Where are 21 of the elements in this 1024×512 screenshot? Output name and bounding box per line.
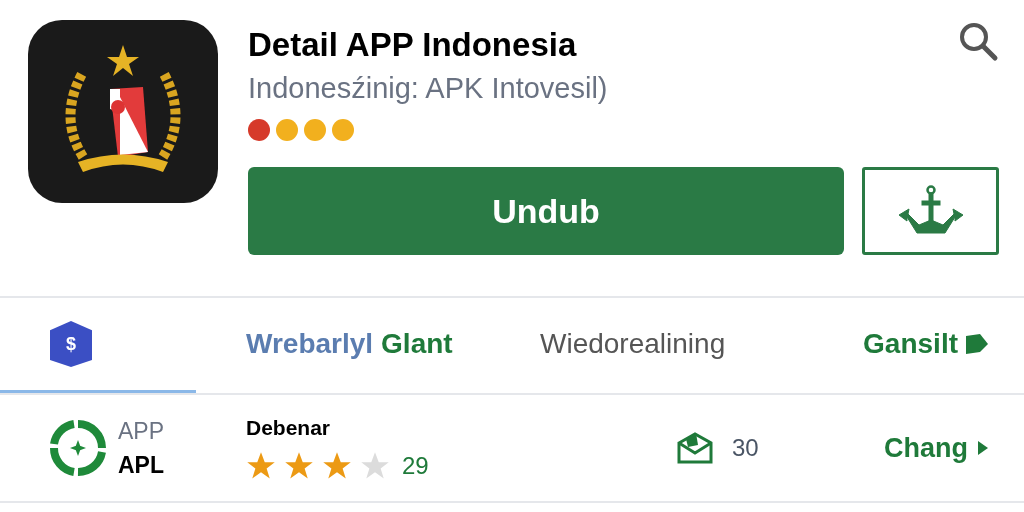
- app-subtitle: Indonesźinig: APK Intovesil): [248, 74, 609, 103]
- rating-count: 29: [402, 450, 429, 481]
- refresh-icon: [48, 418, 108, 478]
- rating-label: Debenar: [246, 415, 332, 442]
- search-icon[interactable]: [957, 20, 999, 62]
- tab[interactable]: Gansilt: [766, 298, 1024, 393]
- change-link[interactable]: Chang: [884, 427, 988, 469]
- flag-icon: [966, 334, 988, 354]
- download-count: 30: [732, 433, 759, 463]
- badge-label: APL: [118, 451, 165, 480]
- tab[interactable]: Wrebarlyl Glant: [196, 298, 476, 393]
- badge-label: APP: [118, 417, 166, 446]
- app-title: Detail APP Indonesia: [248, 28, 577, 61]
- tab[interactable]: $: [0, 298, 196, 393]
- tab[interactable]: Wiedorealining: [476, 298, 766, 393]
- caret-icon: [978, 441, 988, 455]
- envelope-icon: [676, 431, 714, 465]
- app-icon: [28, 20, 218, 203]
- install-button[interactable]: Undub: [248, 167, 844, 255]
- anchor-button[interactable]: [862, 167, 999, 255]
- shield-icon: $: [50, 321, 92, 367]
